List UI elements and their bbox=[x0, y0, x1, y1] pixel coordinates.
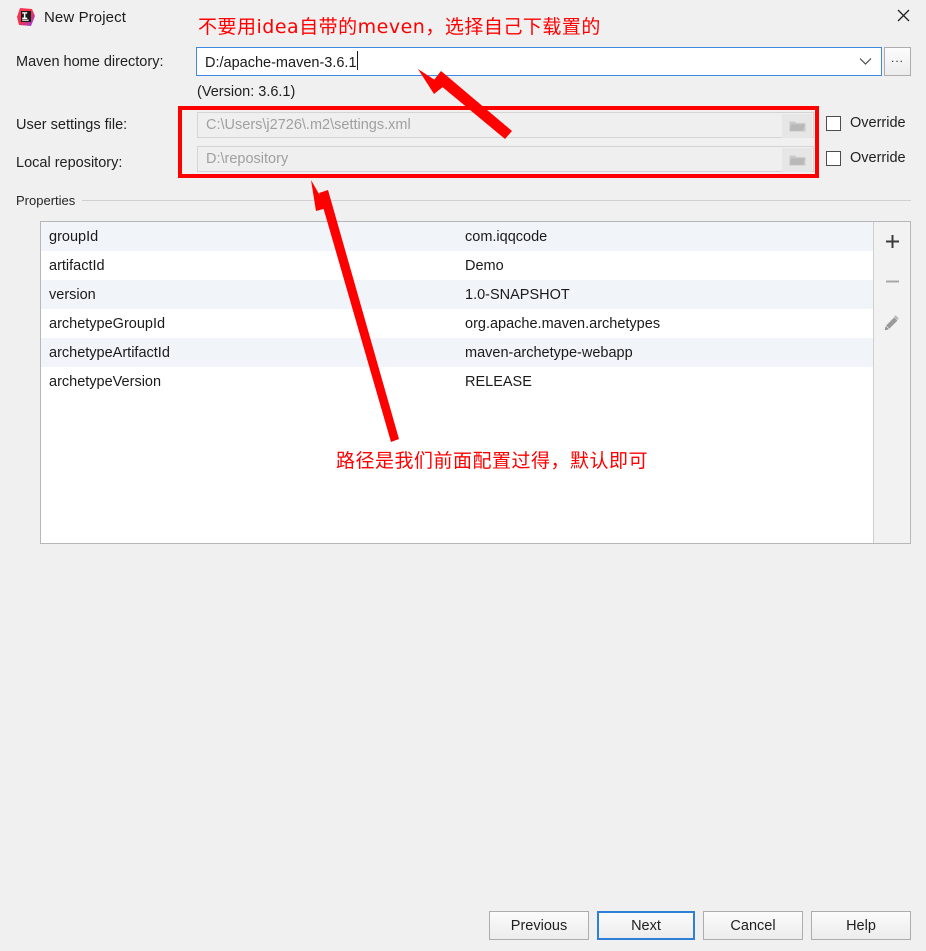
table-row[interactable]: archetypeArtifactId maven-archetype-webap… bbox=[41, 338, 873, 367]
property-key: archetypeVersion bbox=[49, 373, 162, 390]
pencil-icon bbox=[883, 313, 901, 336]
maven-home-label: Maven home directory: bbox=[16, 54, 164, 70]
edit-property-button[interactable] bbox=[880, 312, 904, 336]
user-settings-override-checkbox[interactable] bbox=[826, 115, 841, 131]
maven-version-note: (Version: 3.6.1) bbox=[197, 84, 296, 100]
local-repository-field[interactable]: D:\repository bbox=[197, 146, 814, 172]
property-value: maven-archetype-webapp bbox=[465, 344, 633, 361]
remove-property-button[interactable] bbox=[880, 272, 904, 296]
intellij-idea-icon bbox=[17, 8, 35, 26]
next-button[interactable]: Next bbox=[597, 911, 695, 940]
local-repository-override-label: Override bbox=[850, 150, 906, 166]
local-repository-label: Local repository: bbox=[16, 155, 123, 171]
table-row[interactable]: groupId com.iqqcode bbox=[41, 222, 873, 251]
property-value: com.iqqcode bbox=[465, 228, 548, 245]
maven-home-input[interactable]: D:/apache-maven-3.6.1 bbox=[205, 51, 358, 71]
maven-home-browse-button[interactable]: ... bbox=[884, 47, 911, 76]
maven-home-combobox[interactable]: D:/apache-maven-3.6.1 bbox=[196, 47, 882, 76]
text-caret bbox=[356, 51, 358, 70]
properties-group-divider bbox=[16, 200, 911, 201]
user-settings-value: C:\Users\j2726\.m2\settings.xml bbox=[206, 117, 411, 133]
local-repository-override-checkbox[interactable] bbox=[826, 150, 841, 166]
table-row[interactable]: archetypeVersion RELEASE bbox=[41, 367, 873, 396]
properties-table: groupId com.iqqcode artifactId Demo version 1… bbox=[40, 221, 911, 544]
plus-icon bbox=[884, 233, 901, 255]
property-value: org.apache.maven.archetypes bbox=[465, 315, 661, 332]
property-key: artifactId bbox=[49, 257, 105, 274]
annotation-note-middle: 路径是我们前面配置过得，默认即可 bbox=[336, 450, 649, 472]
user-settings-override-label: Override bbox=[850, 115, 906, 131]
property-key: archetypeArtifactId bbox=[49, 344, 170, 361]
table-row[interactable]: archetypeGroupId org.apache.maven.archety… bbox=[41, 309, 873, 338]
user-settings-field[interactable]: C:\Users\j2726\.m2\settings.xml bbox=[197, 112, 814, 138]
folder-icon[interactable] bbox=[782, 148, 812, 172]
minus-icon bbox=[884, 273, 901, 295]
close-icon bbox=[897, 9, 910, 22]
chevron-down-icon[interactable] bbox=[857, 54, 873, 70]
table-row[interactable]: artifactId Demo bbox=[41, 251, 873, 280]
property-key: archetypeGroupId bbox=[49, 315, 166, 332]
properties-table-toolbar bbox=[873, 222, 910, 543]
folder-icon[interactable] bbox=[782, 114, 812, 138]
properties-group-title: Properties bbox=[16, 193, 83, 208]
table-row[interactable]: version 1.0-SNAPSHOT bbox=[41, 280, 873, 309]
properties-table-body[interactable]: groupId com.iqqcode artifactId Demo version 1… bbox=[41, 222, 873, 543]
cancel-button[interactable]: Cancel bbox=[703, 911, 803, 940]
property-key: version bbox=[49, 286, 96, 303]
user-settings-label: User settings file: bbox=[16, 117, 128, 133]
close-button[interactable] bbox=[880, 0, 926, 30]
add-property-button[interactable] bbox=[880, 232, 904, 256]
property-value: 1.0-SNAPSHOT bbox=[465, 286, 570, 303]
property-value: Demo bbox=[465, 257, 504, 274]
previous-button[interactable]: Previous bbox=[489, 911, 589, 940]
annotation-note-top: 不要用idea自带的meven，选择自己下载置的 bbox=[198, 16, 601, 38]
property-key: groupId bbox=[49, 228, 99, 245]
local-repository-value: D:\repository bbox=[206, 151, 289, 167]
user-settings-override[interactable]: Override bbox=[826, 115, 906, 131]
help-button[interactable]: Help bbox=[811, 911, 911, 940]
local-repository-override[interactable]: Override bbox=[826, 150, 906, 166]
property-value: RELEASE bbox=[465, 373, 532, 390]
window-title: New Project bbox=[44, 9, 126, 26]
